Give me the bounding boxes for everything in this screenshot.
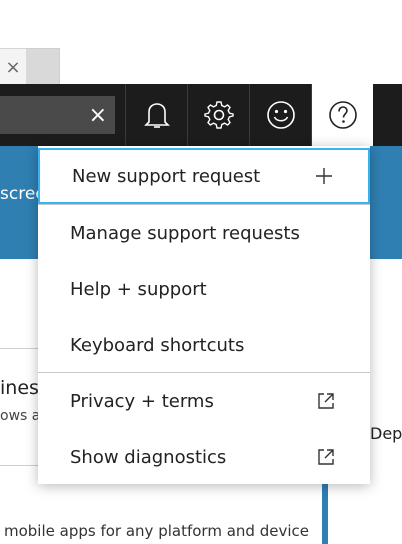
menu-item-keyboard-shortcuts[interactable]: Keyboard shortcuts: [38, 317, 370, 373]
help-button[interactable]: [311, 84, 373, 146]
help-menu: New support request Manage support reque…: [38, 146, 370, 484]
menu-item-label: Help + support: [70, 278, 207, 300]
menu-item-label: Manage support requests: [70, 222, 300, 244]
menu-item-show-diagnostics[interactable]: Show diagnostics: [38, 429, 370, 485]
footer-text: mobile apps for any platform and device: [4, 522, 309, 540]
settings-button[interactable]: [187, 84, 249, 146]
browser-tab[interactable]: ×: [0, 48, 27, 85]
tile-title-fragment: ines: [0, 377, 39, 399]
menu-item-label: Show diagnostics: [70, 446, 227, 468]
help-icon: [328, 101, 357, 129]
menu-item-label: Privacy + terms: [70, 390, 214, 412]
menu-item-help-support[interactable]: Help + support: [38, 261, 370, 317]
notifications-button[interactable]: [125, 84, 187, 146]
menu-item-privacy-terms[interactable]: Privacy + terms: [38, 373, 370, 429]
smiley-icon: [266, 101, 295, 129]
menu-item-label: Keyboard shortcuts: [70, 334, 245, 356]
bell-icon: [143, 103, 170, 128]
search-input[interactable]: ×: [0, 96, 115, 134]
search-clear-icon[interactable]: ×: [89, 103, 107, 128]
side-tile-text: Dep: [370, 424, 402, 443]
feedback-button[interactable]: [249, 84, 311, 146]
top-bar: ×: [0, 84, 402, 146]
menu-item-manage-support-requests[interactable]: Manage support requests: [38, 205, 370, 261]
external-link-icon: [316, 447, 336, 467]
external-link-icon: [316, 391, 336, 411]
gear-icon: [203, 101, 234, 129]
menu-item-new-support-request[interactable]: New support request: [38, 148, 370, 204]
tab-strip: ×: [0, 0, 402, 85]
plus-icon: [314, 166, 334, 186]
divider-line: [0, 465, 40, 466]
divider-line: [0, 348, 40, 349]
tab-close-icon[interactable]: ×: [5, 57, 20, 78]
new-tab-button[interactable]: [26, 48, 60, 85]
menu-item-label: New support request: [72, 165, 261, 187]
